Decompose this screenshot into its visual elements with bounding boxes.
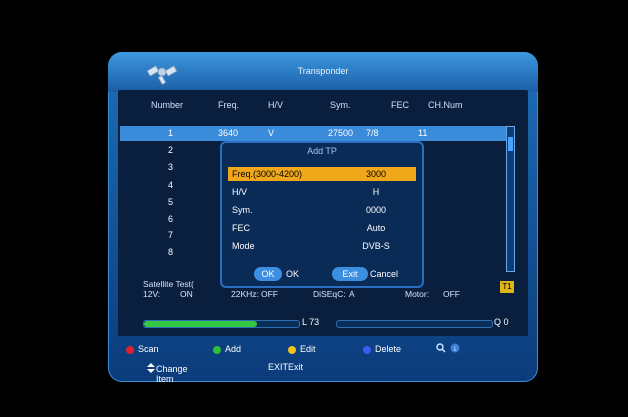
v12-value: ON <box>180 289 193 299</box>
add-tp-dialog: Add TP Freq.(3000-4200) 3000 H/V H Sym. … <box>220 141 424 288</box>
col-hv: H/V <box>268 100 284 110</box>
up-down-arrow-icon <box>147 362 155 373</box>
diseqc-label: DiSEqC: <box>313 289 346 299</box>
delete-button[interactable]: Delete <box>363 344 401 354</box>
search-button[interactable] <box>436 342 446 353</box>
freq-label: Freq.(3000-4200) <box>232 169 303 179</box>
hv-label: H/V <box>232 187 248 197</box>
row-number: 6 <box>168 214 174 224</box>
change-item-label: Change Item <box>156 364 188 384</box>
row-number: 4 <box>168 180 174 190</box>
col-sym: Sym. <box>330 100 351 110</box>
fec-field[interactable]: FEC Auto <box>228 221 416 235</box>
quality-label: Q 0 <box>494 317 509 327</box>
cancel-label: Cancel <box>370 269 399 279</box>
col-fec: FEC <box>391 100 409 110</box>
row-number: 3 <box>168 162 174 172</box>
scan-button[interactable]: Scan <box>126 344 159 354</box>
ok-button[interactable]: OK <box>254 267 282 281</box>
list-scrollbar[interactable] <box>506 126 515 272</box>
add-button[interactable]: Add <box>213 344 241 354</box>
table-row[interactable]: 1 3640 V 27500 7/8 11 <box>120 126 510 141</box>
info-icon: i <box>450 343 460 353</box>
khz-label: 22KHz: <box>231 289 259 299</box>
search-icon <box>436 342 446 353</box>
info-button[interactable]: i <box>450 342 460 353</box>
v12-label: 12V: <box>143 289 161 299</box>
edit-button[interactable]: Edit <box>288 344 316 354</box>
row-hv: V <box>268 128 275 138</box>
diseqc-value: A <box>349 289 355 299</box>
yellow-dot-icon <box>288 345 296 354</box>
freq-field[interactable]: Freq.(3000-4200) 3000 <box>228 167 416 181</box>
fec-value: Auto <box>366 223 386 233</box>
freq-value: 3000 <box>365 169 387 179</box>
fec-label: FEC <box>232 223 250 233</box>
col-number: Number <box>151 100 184 110</box>
mode-label: Mode <box>232 241 255 251</box>
row-freq: 3640 <box>218 128 239 138</box>
row-number: 8 <box>168 247 174 257</box>
window-title: Transponder <box>297 66 349 76</box>
red-dot-icon <box>126 345 134 354</box>
motor-value: OFF <box>443 289 460 299</box>
color-key-bar: Scan Add Edit Delete i <box>108 340 538 358</box>
screen: Transponder Number Freq. H/V Sym. FEC CH… <box>0 0 628 417</box>
ok-label: OK <box>286 269 300 279</box>
hv-value: H <box>372 187 380 197</box>
level-bar-fill <box>144 321 258 327</box>
row-number: 1 <box>168 128 174 138</box>
scan-label: Scan <box>138 344 159 354</box>
col-chnum: CH.Num <box>428 100 463 110</box>
dialog-title: Add TP <box>307 146 337 156</box>
column-headers: Number Freq. H/V Sym. FEC CH.Num <box>108 100 538 112</box>
sym-field[interactable]: Sym. 0000 <box>228 203 416 217</box>
scrollbar-thumb[interactable] <box>508 137 513 151</box>
blue-dot-icon <box>363 345 371 354</box>
satellite-test-label: Satellite Test( <box>143 279 194 289</box>
mode-value: DVB-S <box>362 241 390 251</box>
change-item-hint: Change Item <box>146 362 188 384</box>
level-label: L 73 <box>302 317 320 327</box>
motor-label: Motor: <box>405 289 430 299</box>
tuner-badge: T1 <box>500 281 514 293</box>
row-chnum: 11 <box>418 128 428 138</box>
khz-value: OFF <box>261 289 278 299</box>
exit-button[interactable]: Exit <box>332 267 368 281</box>
row-number: 5 <box>168 197 174 207</box>
hv-field[interactable]: H/V H <box>228 185 416 199</box>
exit-hint: EXITExit <box>268 362 304 372</box>
mode-field[interactable]: Mode DVB-S <box>228 239 416 253</box>
row-number: 7 <box>168 230 174 240</box>
col-freq: Freq. <box>218 100 240 110</box>
delete-label: Delete <box>375 344 402 354</box>
row-number: 2 <box>168 145 174 155</box>
level-bar <box>143 320 300 328</box>
sym-value: 0000 <box>365 205 387 215</box>
hint-bar: Change Item EXITExit <box>108 360 538 384</box>
add-label: Add <box>225 344 242 354</box>
row-fec: 7/8 <box>366 128 379 138</box>
svg-text:i: i <box>454 345 456 353</box>
quality-bar <box>336 320 493 328</box>
green-dot-icon <box>213 345 221 354</box>
edit-label: Edit <box>300 344 316 354</box>
window-header: Transponder <box>108 52 538 92</box>
sym-label: Sym. <box>232 205 253 215</box>
row-sym: 27500 <box>328 128 354 138</box>
signal-bars: L 73 Q 0 <box>138 317 518 330</box>
